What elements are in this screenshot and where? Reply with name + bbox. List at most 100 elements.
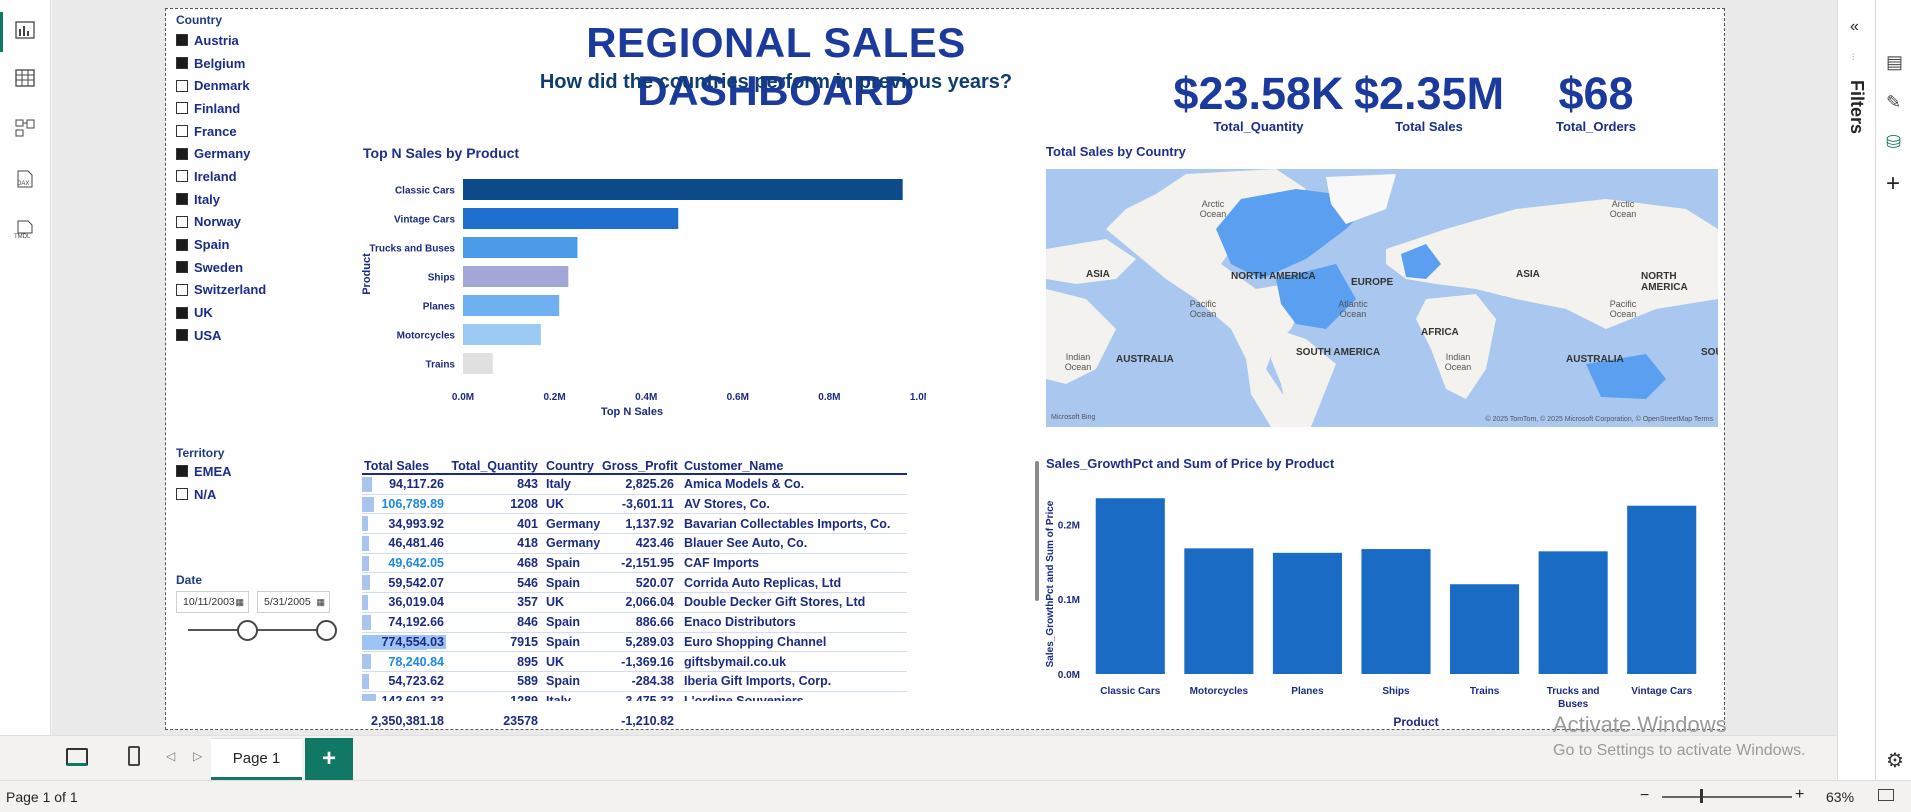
collapse-icon[interactable]: « <box>1850 18 1859 36</box>
table-row[interactable]: 36,019.04 357 UK 2,066.04 Double Decker Gift… <box>362 593 907 613</box>
end-date-input[interactable]: 5/31/2005 ▦ <box>257 591 330 613</box>
col-header-total-sales[interactable]: Total Sales <box>362 459 446 473</box>
slicer-item-ireland[interactable]: Ireland <box>176 165 316 188</box>
slicer-item-denmark[interactable]: Denmark <box>176 74 316 97</box>
slicer-item-germany[interactable]: Germany <box>176 142 316 165</box>
map-credits[interactable]: © 2025 TomTom, © 2025 Microsoft Corporat… <box>1485 416 1713 423</box>
tmdl-view-icon[interactable]: TMDL <box>12 216 38 242</box>
filters-pane-collapsed[interactable]: « ⫶ Filters <box>1838 0 1876 780</box>
add-page-button[interactable]: + <box>305 738 353 780</box>
slicer-item-belgium[interactable]: Belgium <box>176 52 316 75</box>
table-row[interactable]: 106,789.89 1208 UK -3,601.11 AV Stores, Co. <box>362 495 907 515</box>
checkbox[interactable] <box>176 102 188 115</box>
checkbox[interactable] <box>176 79 188 92</box>
slicer-item-austria[interactable]: Austria <box>176 29 316 52</box>
slicer-item-spain[interactable]: Spain <box>176 233 316 256</box>
chart-scrollbar[interactable] <box>1035 461 1039 601</box>
calendar-icon[interactable]: ▦ <box>235 597 244 608</box>
mobile-layout-icon[interactable] <box>128 746 140 766</box>
checkbox[interactable] <box>176 306 188 319</box>
slicer-item-switzerland[interactable]: Switzerland <box>176 279 316 302</box>
zoom-in-icon[interactable]: + <box>1795 786 1804 804</box>
bar[interactable] <box>463 324 541 345</box>
bar[interactable] <box>1095 498 1165 674</box>
visualizations-icon[interactable]: ▤ <box>1886 52 1903 73</box>
bar[interactable] <box>463 179 903 200</box>
table-row[interactable]: 34,993.92 401 Germany 1,137.92 Bavarian Coll… <box>362 514 907 535</box>
table-view-icon[interactable] <box>12 65 38 91</box>
bar[interactable] <box>1450 584 1520 674</box>
report-view-icon[interactable] <box>12 17 38 43</box>
add-icon[interactable]: + <box>1886 170 1900 198</box>
checkbox[interactable] <box>176 465 188 478</box>
table-row[interactable]: 54,723.62 589 Spain -284.38 Iberia Gift Impo… <box>362 672 907 692</box>
table-row[interactable]: 49,642.05 468 Spain -2,151.95 CAF Imports <box>362 554 907 574</box>
prev-page-icon[interactable]: ◁ <box>166 749 175 763</box>
bar[interactable] <box>1538 551 1608 674</box>
slicer-item-usa[interactable]: USA <box>176 324 316 347</box>
table-row[interactable]: 59,542.07 546 Spain 520.07 Corrida Auto Repl… <box>362 573 907 594</box>
checkbox[interactable] <box>176 283 188 296</box>
bar[interactable] <box>463 353 493 374</box>
table-row[interactable]: 46,481.46 418 Germany 423.46 Blauer See Auto… <box>362 534 907 554</box>
slicer-item-sweden[interactable]: Sweden <box>176 256 316 279</box>
sales-by-country-map[interactable]: Arctic Ocean Arctic Ocean ASIA NORTH AMERIC… <box>1046 169 1718 427</box>
bar[interactable] <box>1272 552 1342 674</box>
checkbox[interactable] <box>176 488 188 501</box>
zoom-slider[interactable] <box>1662 796 1792 798</box>
bar[interactable] <box>463 266 569 287</box>
kpi-card-total-orders[interactable]: $68 Total_Orders <box>1526 69 1666 135</box>
growth-and-price-chart[interactable]: 0.0M 0.1M 0.2M Classic Cars Motorcycles Plane… <box>1041 474 1721 730</box>
page-tab-page-1[interactable]: Page 1 <box>211 738 302 780</box>
slicer-item-italy[interactable]: Italy <box>176 188 316 211</box>
checkbox[interactable] <box>176 147 188 160</box>
checkbox[interactable] <box>176 34 188 47</box>
fit-to-page-icon[interactable] <box>1878 789 1894 801</box>
col-header-gross-profit[interactable]: Gross_Profit <box>602 459 678 473</box>
checkbox[interactable] <box>176 238 188 251</box>
kpi-card-total-quantity[interactable]: $23.58K Total_Quantity <box>1166 69 1351 135</box>
calendar-icon[interactable]: ▦ <box>316 597 325 608</box>
bar[interactable] <box>463 208 679 229</box>
date-range-start-handle[interactable] <box>237 620 258 641</box>
table-row[interactable]: 94,117.26 843 Italy 2,825.26 Amica Models & … <box>362 475 907 495</box>
slicer-item-uk[interactable]: UK <box>176 301 316 324</box>
format-icon[interactable]: ✎ <box>1886 92 1901 113</box>
checkbox[interactable] <box>176 329 188 342</box>
checkbox[interactable] <box>176 261 188 274</box>
bar[interactable] <box>1361 549 1431 674</box>
table-row[interactable]: 78,240.84 895 UK -1,369.16 giftsbymail.co.uk <box>362 652 907 672</box>
table-row[interactable]: 74,192.66 846 Spain 886.66 Enaco Distributor… <box>362 613 907 633</box>
col-header-total-quantity[interactable]: Total_Quantity <box>446 459 540 473</box>
slicer-item-norway[interactable]: Norway <box>176 211 316 234</box>
bar[interactable] <box>1184 548 1254 674</box>
bar[interactable] <box>463 295 560 316</box>
dax-query-view-icon[interactable]: DAX <box>12 166 38 192</box>
date-range-end-handle[interactable] <box>316 620 337 641</box>
table-row[interactable]: 142,601.33 1289 Italy 3,475.33 L'ordine Souv… <box>362 692 907 701</box>
zoom-slider-thumb[interactable] <box>1700 789 1703 803</box>
slicer-item-finland[interactable]: Finland <box>176 97 316 120</box>
table-row[interactable]: 774,554.03 7915 Spain 5,289.03 Euro Shopping… <box>362 633 907 653</box>
settings-gear-icon[interactable]: ⚙ <box>1886 748 1904 773</box>
checkbox[interactable] <box>176 57 188 70</box>
sales-table[interactable]: Total Sales Total_Quantity Country Gross… <box>362 453 907 701</box>
next-page-icon[interactable]: ▷ <box>193 749 202 763</box>
checkbox[interactable] <box>176 215 188 228</box>
slicer-item-emea[interactable]: EMEA <box>176 460 316 483</box>
zoom-out-icon[interactable]: − <box>1640 787 1649 805</box>
bar[interactable] <box>463 237 578 258</box>
filters-label[interactable]: Filters <box>1846 80 1867 134</box>
slicer-item-n-a[interactable]: N/A <box>176 483 316 506</box>
slicer-item-france[interactable]: France <box>176 120 316 143</box>
bar[interactable] <box>1627 505 1697 674</box>
col-header-customer-name[interactable]: Customer_Name <box>676 459 907 473</box>
desktop-layout-icon[interactable] <box>66 748 88 766</box>
col-header-country[interactable]: Country <box>540 459 602 473</box>
kpi-card-total-sales[interactable]: $2.35M Total Sales <box>1354 69 1504 135</box>
model-view-icon[interactable] <box>12 115 38 141</box>
top-n-sales-chart[interactable]: Classic Cars Vintage Cars Trucks and Buses… <box>356 169 926 434</box>
checkbox[interactable] <box>176 170 188 183</box>
data-icon[interactable]: ⛁ <box>1886 132 1901 153</box>
checkbox[interactable] <box>176 193 188 206</box>
